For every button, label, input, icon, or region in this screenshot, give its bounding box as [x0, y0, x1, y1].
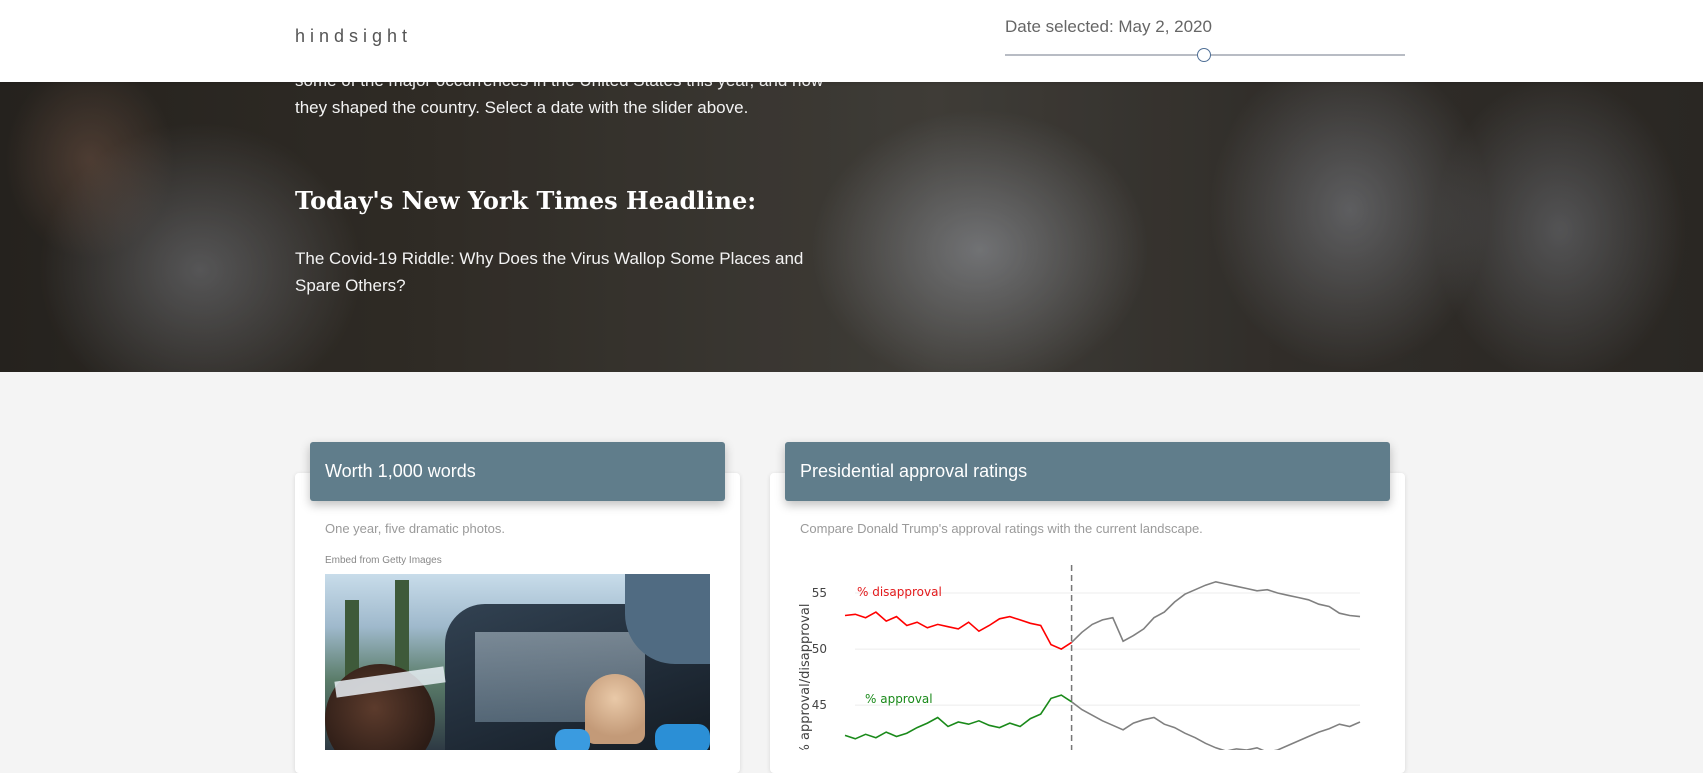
- approval-chart[interactable]: 45 50 55 % approval/disapproval % disapprova…: [795, 560, 1375, 750]
- getty-photo[interactable]: [325, 574, 710, 750]
- approval-card-subtitle: Compare Donald Trump's approval ratings …: [800, 521, 1203, 536]
- date-selected-label: Date selected: May 2, 2020: [1005, 17, 1212, 36]
- y-tick-label: 50: [812, 642, 827, 656]
- date-slider[interactable]: [1005, 48, 1405, 62]
- slider-thumb[interactable]: [1196, 48, 1211, 62]
- blue-glove-shape: [655, 724, 710, 750]
- approval-card-title: Presidential approval ratings: [785, 442, 1390, 501]
- hero-title: Today's New York Times Headline:: [295, 186, 757, 215]
- disapproval-label: % disapproval: [857, 585, 942, 599]
- photos-card-title: Worth 1,000 words: [310, 442, 725, 501]
- series-line-future: [1071, 580, 1361, 643]
- y-axis-label: % approval/disapproval: [798, 603, 813, 750]
- brand-logo[interactable]: hindsight: [295, 26, 412, 47]
- top-navbar: hindsight Date selected: May 2, 2020: [0, 0, 1703, 82]
- disapproval-line: [844, 611, 1073, 651]
- photos-card-subtitle: One year, five dramatic photos.: [325, 521, 505, 536]
- patient-shape: [585, 674, 645, 744]
- nyt-headline: The Covid-19 Riddle: Why Does the Virus …: [295, 249, 804, 295]
- approval-label: % approval: [865, 692, 933, 706]
- getty-embed-label[interactable]: Embed from Getty Images: [325, 555, 442, 566]
- series-line-future: [1071, 701, 1361, 750]
- y-tick-label: 45: [812, 698, 827, 712]
- blue-glove-shape: [555, 729, 590, 750]
- y-tick-label: 55: [812, 586, 827, 600]
